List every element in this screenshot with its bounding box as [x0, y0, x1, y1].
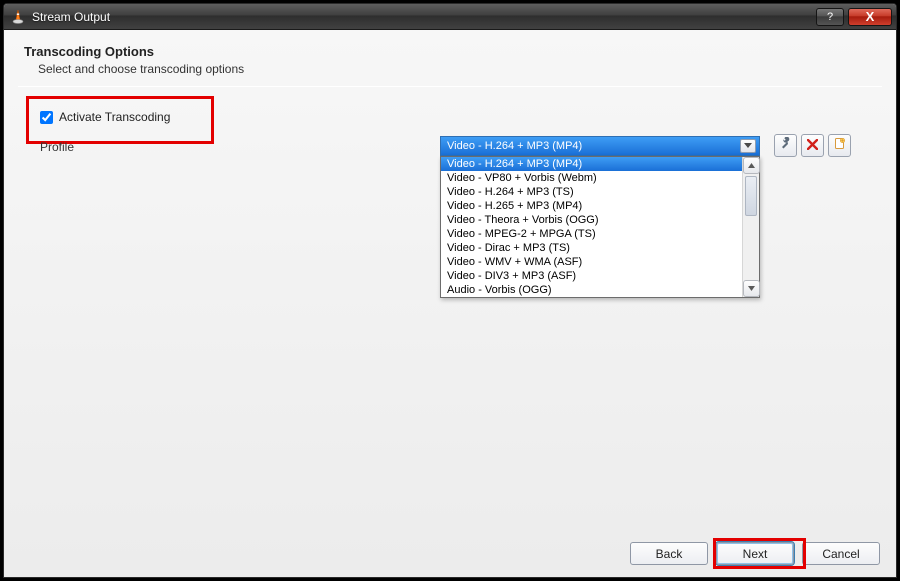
profile-dropdown-list[interactable]: Video - H.264 + MP3 (MP4) Video - VP80 +…	[440, 156, 760, 298]
profile-option[interactable]: Video - Dirac + MP3 (TS)	[441, 241, 742, 255]
page-subheading: Select and choose transcoding options	[38, 62, 244, 76]
help-button[interactable]: ?	[816, 8, 844, 26]
page-heading: Transcoding Options	[24, 44, 154, 59]
scroll-down-icon[interactable]	[743, 280, 760, 297]
app-icon	[10, 9, 26, 25]
activate-transcoding-input[interactable]	[40, 111, 53, 124]
client-area: Transcoding Options Select and choose tr…	[4, 30, 896, 577]
cancel-button[interactable]: Cancel	[802, 542, 880, 565]
divider	[18, 86, 882, 87]
title-bar: Stream Output ? X	[4, 4, 896, 30]
profile-label: Profile	[40, 140, 74, 154]
dialog-window: Stream Output ? X Transcoding Options Se…	[3, 3, 897, 578]
edit-profile-button[interactable]	[774, 134, 797, 157]
new-document-icon	[833, 137, 846, 155]
profile-option[interactable]: Video - DIV3 + MP3 (ASF)	[441, 269, 742, 283]
close-button[interactable]: X	[848, 8, 892, 26]
back-button[interactable]: Back	[630, 542, 708, 565]
profile-option[interactable]: Video - Theora + Vorbis (OGG)	[441, 213, 742, 227]
profile-combo-value: Video - H.264 + MP3 (MP4)	[447, 140, 582, 152]
profile-option[interactable]: Video - WMV + WMA (ASF)	[441, 255, 742, 269]
x-icon	[807, 137, 818, 155]
wrench-icon	[779, 137, 792, 155]
chevron-down-icon	[740, 139, 756, 153]
profile-option[interactable]: Video - H.264 + MP3 (MP4)	[441, 157, 742, 171]
profile-option[interactable]: Audio - Vorbis (OGG)	[441, 283, 742, 297]
scroll-up-icon[interactable]	[743, 157, 760, 174]
scrollbar[interactable]	[742, 157, 759, 297]
profile-option[interactable]: Video - VP80 + Vorbis (Webm)	[441, 171, 742, 185]
profile-combo[interactable]: Video - H.264 + MP3 (MP4)	[440, 136, 760, 156]
activate-transcoding-checkbox[interactable]: Activate Transcoding	[40, 110, 170, 124]
window-title: Stream Output	[32, 10, 816, 24]
delete-profile-button[interactable]	[801, 134, 824, 157]
profile-option[interactable]: Video - H.265 + MP3 (MP4)	[441, 199, 742, 213]
next-button[interactable]: Next	[716, 542, 794, 565]
new-profile-button[interactable]	[828, 134, 851, 157]
activate-transcoding-label: Activate Transcoding	[59, 110, 170, 124]
profile-option[interactable]: Video - MPEG-2 + MPGA (TS)	[441, 227, 742, 241]
profile-option[interactable]: Video - H.264 + MP3 (TS)	[441, 185, 742, 199]
scroll-thumb[interactable]	[745, 176, 757, 216]
button-bar: Back Next Cancel	[630, 542, 880, 565]
